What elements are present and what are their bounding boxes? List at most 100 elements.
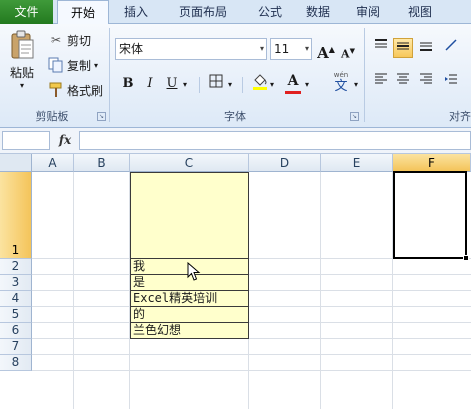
- align-top-button[interactable]: [371, 38, 391, 58]
- copy-button[interactable]: 复制 ▾: [48, 55, 98, 75]
- format-painter-label: 格式刷: [67, 83, 104, 98]
- cell-c6[interactable]: 兰色幻想: [130, 322, 249, 339]
- gridline: [32, 274, 471, 275]
- column-header-a[interactable]: A: [32, 154, 74, 172]
- divider: [199, 77, 200, 93]
- gridline: [32, 322, 471, 323]
- tab-view[interactable]: 视图: [397, 0, 443, 24]
- row-header-1[interactable]: 1: [0, 172, 32, 259]
- row-header-4[interactable]: 4: [0, 291, 32, 307]
- chevron-down-icon[interactable]: ▾: [183, 80, 187, 89]
- italic-button[interactable]: I: [140, 74, 160, 94]
- row-number: 1: [11, 243, 20, 257]
- orientation-button[interactable]: [441, 38, 461, 58]
- row-number: 2: [11, 259, 20, 273]
- decrease-indent-button[interactable]: [441, 72, 461, 92]
- grow-font-icon: A: [317, 44, 329, 62]
- row-header-8[interactable]: 8: [0, 355, 32, 371]
- gridline: [32, 290, 471, 291]
- cut-label: 剪切: [67, 33, 92, 48]
- font-size-value: 11: [274, 42, 290, 56]
- paste-label: 粘贴: [9, 66, 34, 80]
- row-number: 3: [11, 275, 20, 289]
- tab-review[interactable]: 审阅: [345, 0, 391, 24]
- scissors-icon: ✂: [50, 33, 62, 47]
- cell-c5[interactable]: 的: [130, 306, 249, 323]
- bold-button[interactable]: B: [118, 74, 138, 94]
- row-number: 5: [11, 307, 20, 321]
- font-name-value: 宋体: [119, 42, 144, 56]
- font-group-label: 字体: [224, 110, 246, 123]
- format-painter-button[interactable]: 格式刷: [48, 80, 103, 100]
- cell-c1[interactable]: [130, 172, 249, 258]
- tab-insert[interactable]: 插入: [113, 0, 159, 24]
- chevron-down-icon: ▾: [19, 81, 24, 90]
- row-header-7[interactable]: 7: [0, 339, 32, 355]
- group-separator: [364, 28, 365, 122]
- cut-button[interactable]: ✂ 剪切: [48, 30, 91, 50]
- worksheet-grid[interactable]: A B C D E F 1 2 3 4 5 6 7 8 我 是 Excel精英培…: [0, 154, 471, 409]
- align-top-icon: [375, 39, 387, 48]
- gridline: [32, 306, 471, 307]
- align-right-button[interactable]: [416, 72, 436, 92]
- chevron-down-icon[interactable]: ▾: [305, 80, 309, 89]
- align-center-icon: [397, 73, 409, 84]
- chevron-down-icon[interactable]: ▾: [354, 80, 358, 89]
- tab-data[interactable]: 数据: [295, 0, 341, 24]
- phonetic-pinyin: wén: [333, 71, 349, 79]
- underline-button[interactable]: U: [162, 74, 182, 94]
- chevron-down-icon[interactable]: ▾: [260, 39, 264, 59]
- row-header-3[interactable]: 3: [0, 275, 32, 291]
- fill-handle[interactable]: [463, 255, 469, 261]
- align-bottom-button[interactable]: [416, 38, 436, 58]
- row-header-6[interactable]: 6: [0, 323, 32, 339]
- gridline: [32, 338, 471, 339]
- font-size-combo[interactable]: 11 ▾: [270, 38, 312, 60]
- tab-file[interactable]: 文件: [0, 0, 53, 24]
- shrink-font-icon: A: [341, 47, 350, 61]
- gridline: [32, 354, 471, 355]
- font-color-swatch: [285, 91, 301, 94]
- tab-formulas[interactable]: 公式: [247, 0, 293, 24]
- phonetic-guide-button[interactable]: wén 文: [328, 71, 354, 95]
- copy-label: 复制: [67, 58, 92, 73]
- chevron-down-icon[interactable]: ▾: [228, 80, 232, 89]
- align-bottom-icon: [420, 42, 432, 51]
- chevron-down-icon[interactable]: ▾: [305, 39, 309, 59]
- name-box[interactable]: [2, 131, 50, 150]
- insert-function-button[interactable]: fx: [54, 131, 76, 150]
- column-header-c[interactable]: C: [130, 154, 249, 172]
- align-middle-button[interactable]: [393, 38, 413, 58]
- font-color-button[interactable]: A: [283, 71, 303, 91]
- align-center-button[interactable]: [393, 72, 413, 92]
- align-right-icon: [420, 73, 432, 84]
- borders-button[interactable]: [206, 74, 226, 94]
- row-header-5[interactable]: 5: [0, 307, 32, 323]
- formula-input[interactable]: [79, 131, 471, 150]
- paintbrush-icon: [49, 82, 62, 97]
- align-left-button[interactable]: [371, 72, 391, 92]
- column-header-f[interactable]: F: [393, 154, 471, 172]
- align-left-icon: [375, 73, 387, 84]
- shrink-font-button[interactable]: A▼: [338, 41, 358, 61]
- row-number: 6: [11, 323, 20, 337]
- column-header-e[interactable]: E: [321, 154, 393, 172]
- active-cell-f1[interactable]: [393, 171, 467, 259]
- chevron-down-icon[interactable]: ▾: [270, 80, 274, 89]
- dialog-launcher-icon[interactable]: ↘: [350, 112, 359, 121]
- tab-page-layout[interactable]: 页面布局: [165, 0, 241, 24]
- grow-font-button[interactable]: A▲: [316, 39, 336, 62]
- column-header-d[interactable]: D: [249, 154, 321, 172]
- fill-color-button[interactable]: [250, 72, 270, 92]
- paste-button[interactable]: 粘贴 ▾: [6, 30, 38, 92]
- column-header-b[interactable]: B: [74, 154, 130, 172]
- select-all-corner[interactable]: [0, 154, 32, 172]
- cell-c4[interactable]: Excel精英培训: [130, 290, 249, 307]
- ribbon-tab-bar: 文件 开始 插入 页面布局 公式 数据 审阅 视图: [0, 0, 471, 25]
- clipboard-group-label: 剪贴板: [35, 110, 69, 123]
- tab-home[interactable]: 开始: [57, 0, 109, 25]
- font-name-combo[interactable]: 宋体 ▾: [115, 38, 267, 60]
- dialog-launcher-icon[interactable]: ↘: [97, 112, 106, 121]
- row-header-2[interactable]: 2: [0, 259, 32, 275]
- row-number: 8: [11, 355, 20, 369]
